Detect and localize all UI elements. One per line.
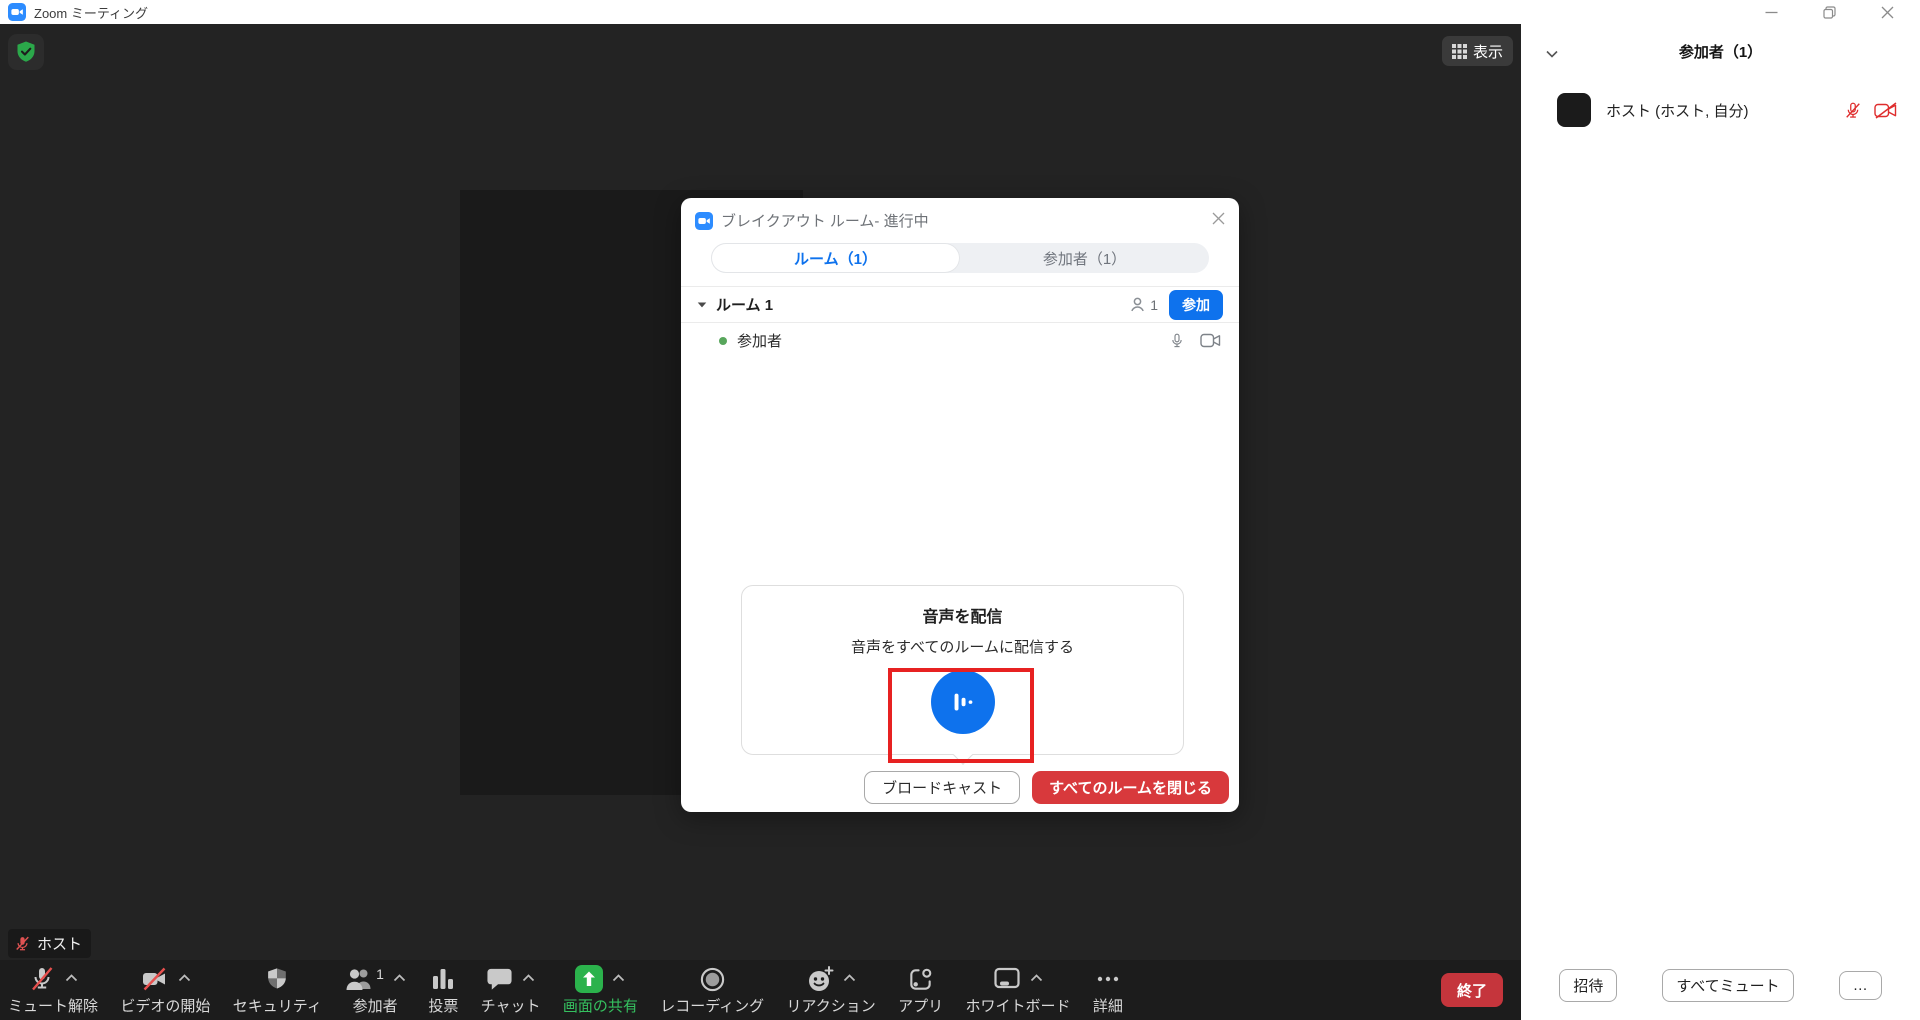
apps-icon	[910, 968, 932, 990]
join-room-button[interactable]: 参加	[1169, 289, 1223, 320]
toolbar-start-video-button[interactable]: ビデオの開始	[120, 964, 210, 1016]
end-meeting-button[interactable]: 終了	[1440, 973, 1503, 1007]
broadcast-popover-title: 音声を配信	[922, 609, 1003, 626]
participant-list-item[interactable]: ホスト (ホスト, 自分)	[1521, 93, 1920, 127]
room-participant-count: 1	[1150, 296, 1158, 313]
online-status-dot	[719, 336, 727, 345]
self-view-name-tag: ホスト	[8, 929, 92, 958]
close-icon	[1881, 6, 1893, 18]
tab-rooms[interactable]: ルーム（1）	[711, 243, 960, 273]
participants-panel: 参加者（1） ホスト (ホスト, 自分) 招待 すべてミュート …	[1521, 24, 1920, 1020]
reactions-icon	[809, 966, 834, 991]
toolbar-chat-button[interactable]: チャット	[481, 964, 541, 1016]
mute-all-button[interactable]: すべてミュート	[1662, 969, 1794, 1002]
panel-collapse-button[interactable]	[1545, 46, 1559, 64]
broadcast-voice-popover: 音声を配信 音声をすべてのルームに配信する	[741, 585, 1184, 765]
chevron-down-icon	[1546, 50, 1558, 58]
room-row[interactable]: ルーム 1 1 参加	[681, 287, 1239, 322]
dialog-title: ブレイクアウト ルーム- 進行中	[721, 213, 929, 230]
shield-check-icon	[17, 41, 35, 62]
share-screen-icon	[575, 965, 604, 993]
toolbar-participants-button[interactable]: 1 参加者	[344, 964, 406, 1016]
panel-more-button[interactable]: …	[1838, 971, 1882, 1000]
camera-icon	[1200, 333, 1221, 348]
broadcast-voice-button[interactable]	[930, 670, 995, 734]
toolbar-apps-button[interactable]: アプリ	[898, 964, 943, 1016]
tab-participants[interactable]: 参加者（1）	[960, 243, 1209, 273]
popover-arrow	[952, 745, 973, 765]
mic-muted-icon	[1846, 102, 1860, 118]
grid-view-icon	[1451, 43, 1467, 59]
chevron-up-icon[interactable]	[178, 974, 191, 982]
chevron-up-icon[interactable]	[843, 974, 856, 982]
chevron-up-icon[interactable]	[1030, 974, 1043, 982]
meeting-toolbar: ミュート解除 ビデオの開始 セキュリティ 1 参加者 投票 チャット 画面の共有…	[0, 960, 1521, 1020]
window-titlebar: Zoom ミーティング	[0, 0, 1920, 24]
meeting-stage: 表示 ホスト ブレイクアウト ルーム- 進行中 ルーム（1） 参加者（1） ルー…	[0, 24, 1521, 1020]
chevron-up-icon[interactable]	[522, 974, 535, 982]
view-button-label: 表示	[1472, 43, 1503, 61]
dialog-tab-bar: ルーム（1） 参加者（1）	[711, 243, 1209, 273]
breakout-rooms-dialog: ブレイクアウト ルーム- 進行中 ルーム（1） 参加者（1） ルーム 1 1 参…	[681, 198, 1239, 812]
participants-panel-title: 参加者（1）	[1678, 44, 1763, 61]
chevron-up-icon[interactable]	[65, 974, 78, 982]
avatar	[1557, 93, 1591, 127]
restore-button[interactable]	[1822, 5, 1836, 19]
room-name: ルーム 1	[716, 297, 774, 314]
toolbar-unmute-button[interactable]: ミュート解除	[8, 964, 98, 1016]
video-muted-icon	[1874, 101, 1897, 119]
toolbar-security-button[interactable]: セキュリティ	[233, 964, 322, 1016]
video-muted-icon	[142, 967, 166, 991]
toolbar-more-button[interactable]: 詳細	[1093, 964, 1123, 1016]
close-all-rooms-button[interactable]: すべてのルームを閉じる	[1032, 771, 1229, 804]
broadcast-audio-icon	[954, 693, 972, 711]
chat-icon	[487, 968, 512, 990]
close-button[interactable]	[1880, 5, 1894, 19]
toolbar-whiteboard-button[interactable]: ホワイトボード	[966, 964, 1071, 1016]
zoom-app-icon	[8, 3, 26, 21]
whiteboard-icon	[994, 967, 1020, 989]
participant-name: ホスト (ホスト, 自分)	[1606, 102, 1749, 120]
zoom-camera-icon	[695, 211, 713, 230]
mic-icon	[1172, 333, 1182, 347]
minimize-icon	[1765, 11, 1777, 13]
broadcast-button[interactable]: ブロードキャスト	[864, 771, 1021, 804]
room-participant-name: 参加者	[737, 333, 783, 350]
participant-count-icon	[1131, 297, 1144, 312]
mic-muted-icon	[16, 936, 29, 951]
restore-icon	[1822, 5, 1836, 19]
room-participant-row[interactable]: 参加者	[681, 323, 1239, 358]
window-title: Zoom ミーティング	[34, 5, 149, 21]
more-dots-icon	[1097, 976, 1119, 982]
chevron-up-icon[interactable]	[393, 974, 406, 982]
mic-muted-icon	[32, 967, 53, 991]
close-icon	[1212, 212, 1225, 225]
participants-icon	[346, 969, 371, 990]
view-button[interactable]: 表示	[1441, 36, 1513, 66]
self-view-name: ホスト	[37, 936, 83, 953]
record-icon	[700, 967, 724, 991]
toolbar-polls-button[interactable]: 投票	[428, 964, 458, 1016]
invite-button[interactable]: 招待	[1559, 969, 1618, 1002]
broadcast-popover-subtitle: 音声をすべてのルームに配信する	[851, 639, 1074, 656]
toolbar-share-screen-button[interactable]: 画面の共有	[563, 964, 638, 1016]
polls-icon	[433, 969, 454, 989]
encryption-badge[interactable]	[8, 34, 44, 70]
dialog-close-button[interactable]	[1212, 212, 1225, 230]
participants-count-badge: 1	[376, 966, 384, 982]
toolbar-record-button[interactable]: レコーディング	[660, 964, 764, 1016]
chevron-up-icon[interactable]	[612, 974, 625, 982]
toolbar-reactions-button[interactable]: リアクション	[787, 964, 876, 1016]
security-shield-icon	[268, 968, 287, 989]
collapse-caret-icon[interactable]	[697, 301, 707, 309]
minimize-button[interactable]	[1764, 5, 1778, 19]
